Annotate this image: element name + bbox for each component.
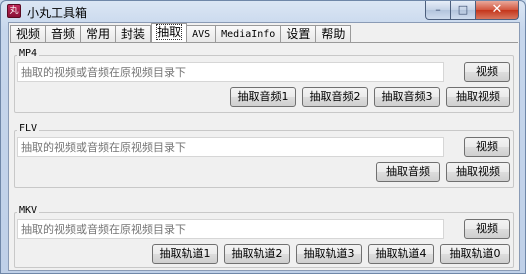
tab-avs[interactable]: AVS (187, 25, 217, 43)
client-area: 视频 音频 常用 封装 抽取 AVS MediaInfo 设置 帮助 MP4 视… (8, 22, 520, 271)
extract-panel: MP4 视频 抽取音频1 抽取音频2 抽取音频3 抽取视频 FLV 视频 抽取音… (10, 42, 518, 269)
minimize-button[interactable]: – (425, 1, 451, 20)
mkv-group: MKV 视频 抽取轨道1 抽取轨道2 抽取轨道3 抽取轨道4 抽取轨道0 (14, 205, 514, 268)
tab-audio[interactable]: 音频 (46, 25, 82, 43)
mkv-extract-track0-button[interactable]: 抽取轨道0 (440, 244, 510, 264)
mkv-extract-track2-button[interactable]: 抽取轨道2 (224, 244, 290, 264)
mp4-extract-audio1-button[interactable]: 抽取音频1 (230, 87, 296, 107)
maximize-icon: □ (457, 3, 469, 16)
minimize-icon: – (435, 3, 441, 16)
mp4-extract-audio3-button[interactable]: 抽取音频3 (374, 87, 440, 107)
close-icon: ✕ (491, 2, 503, 17)
window-title: 小丸工具箱 (27, 6, 88, 20)
mkv-group-label: MKV (17, 205, 40, 216)
tab-mux[interactable]: 封装 (116, 25, 152, 43)
mp4-path-input[interactable] (17, 62, 444, 82)
app-icon: 丸 (7, 4, 21, 18)
tab-settings[interactable]: 设置 (281, 25, 317, 43)
tab-strip: 视频 音频 常用 封装 抽取 AVS MediaInfo 设置 帮助 (10, 23, 352, 43)
tab-help[interactable]: 帮助 (316, 25, 352, 43)
tab-mediainfo[interactable]: MediaInfo (216, 25, 282, 43)
mkv-extract-track4-button[interactable]: 抽取轨道4 (368, 244, 434, 264)
mp4-extract-audio2-button[interactable]: 抽取音频2 (302, 87, 368, 107)
tab-extract[interactable]: 抽取 (151, 23, 188, 43)
flv-group: FLV 视频 抽取音频 抽取视频 (14, 123, 514, 188)
title-bar[interactable]: 丸 小丸工具箱 – □ ✕ (1, 1, 525, 21)
mp4-browse-button[interactable]: 视频 (464, 62, 510, 82)
maximize-button[interactable]: □ (451, 1, 476, 20)
flv-path-input[interactable] (17, 137, 444, 157)
close-button[interactable]: ✕ (476, 1, 519, 20)
mkv-extract-track1-button[interactable]: 抽取轨道1 (152, 244, 218, 264)
mp4-group-label: MP4 (17, 48, 40, 59)
flv-browse-button[interactable]: 视频 (464, 137, 510, 157)
mp4-extract-video-button[interactable]: 抽取视频 (446, 87, 510, 107)
tab-video[interactable]: 视频 (10, 25, 47, 43)
mp4-group: MP4 视频 抽取音频1 抽取音频2 抽取音频3 抽取视频 (14, 48, 514, 113)
mkv-extract-track3-button[interactable]: 抽取轨道3 (296, 244, 362, 264)
mkv-path-input[interactable] (17, 219, 444, 239)
tab-common[interactable]: 常用 (81, 25, 117, 43)
flv-group-label: FLV (17, 123, 40, 134)
caption-buttons: – □ ✕ (425, 1, 519, 20)
mkv-browse-button[interactable]: 视频 (464, 219, 510, 239)
flv-extract-audio-button[interactable]: 抽取音频 (376, 162, 440, 182)
app-window: 丸 小丸工具箱 – □ ✕ 视频 音频 常用 封装 抽取 AVS MediaIn… (0, 0, 526, 274)
flv-extract-video-button[interactable]: 抽取视频 (446, 162, 510, 182)
